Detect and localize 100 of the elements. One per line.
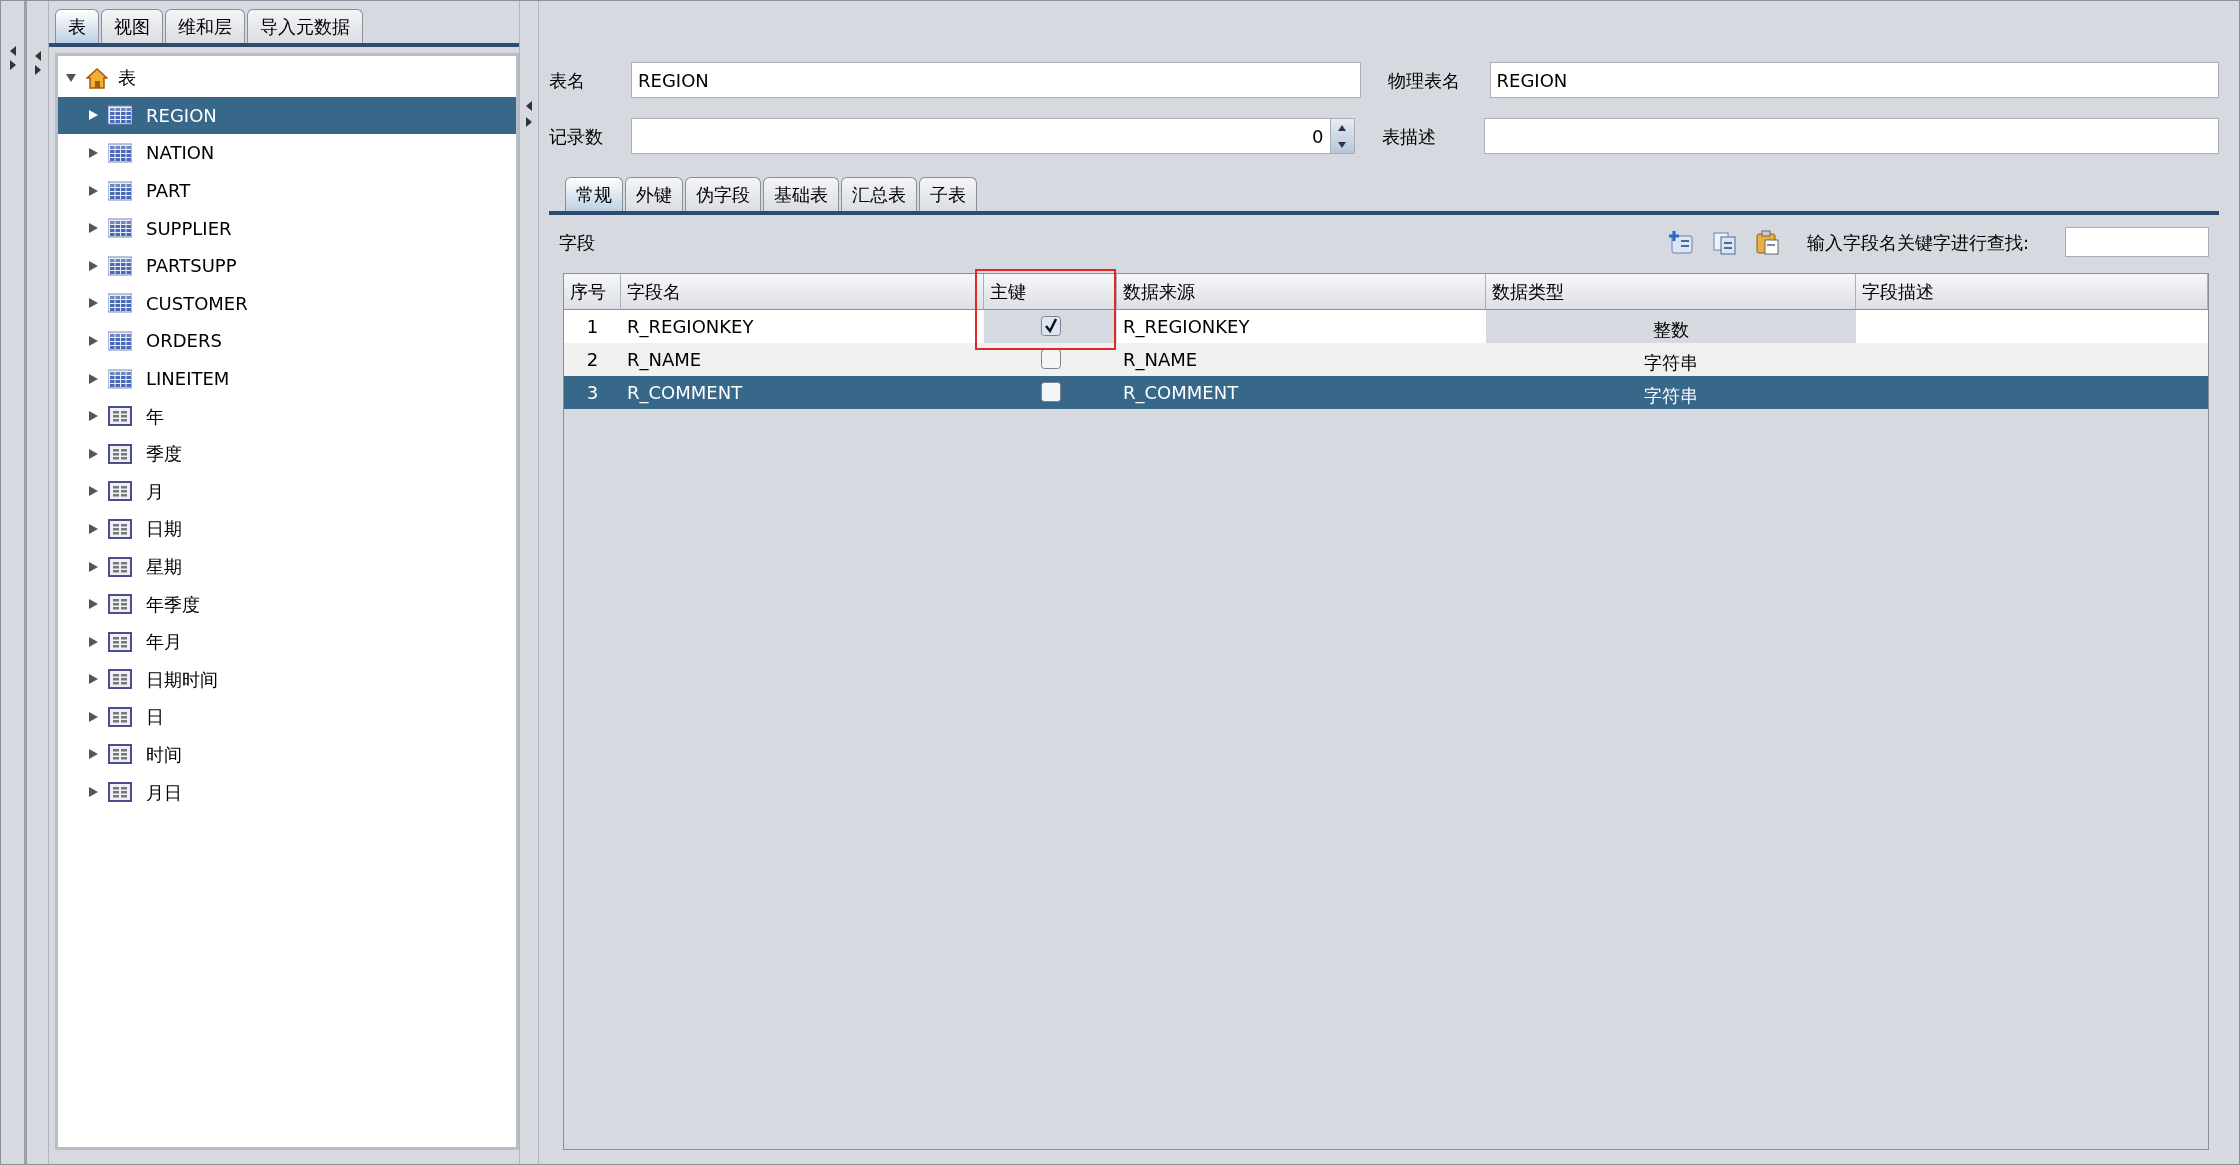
- expand-triangle-icon[interactable]: [88, 222, 98, 235]
- column-header[interactable]: 字段描述: [1856, 274, 2208, 310]
- expand-triangle-icon[interactable]: [88, 673, 98, 686]
- expand-triangle-icon[interactable]: [88, 184, 98, 197]
- table-cell-text: 2: [585, 348, 600, 372]
- input-field[interactable]: REGION: [631, 62, 1361, 98]
- tree-item[interactable]: PARTSUPP: [58, 246, 516, 285]
- list-card-icon: [108, 406, 132, 427]
- tree-item[interactable]: 年: [58, 397, 516, 435]
- tree-item[interactable]: 日期: [58, 510, 516, 548]
- tab[interactable]: 外键: [625, 177, 683, 211]
- search-label: 输入字段名关键字进行查找:: [1806, 230, 2029, 255]
- checkbox[interactable]: [1040, 349, 1061, 369]
- tab[interactable]: 维和层: [165, 9, 245, 43]
- expand-triangle-icon[interactable]: [88, 334, 98, 347]
- table-cell-text: R_NAME: [626, 348, 703, 373]
- expand-triangle-icon[interactable]: [88, 447, 98, 460]
- list-card-icon: [108, 556, 132, 577]
- search-field[interactable]: [2065, 227, 2209, 257]
- list-card-icon: [108, 518, 132, 539]
- table-grid-icon: [108, 143, 132, 163]
- house-icon: [86, 66, 108, 89]
- expand-triangle-icon[interactable]: [88, 109, 98, 122]
- tab[interactable]: 常规: [565, 177, 623, 211]
- tree-item[interactable]: 月: [58, 472, 516, 511]
- column-header[interactable]: 主键: [984, 274, 1117, 310]
- table-grid-icon: [108, 330, 132, 351]
- checkbox[interactable]: [1040, 382, 1061, 402]
- expand-triangle-icon[interactable]: [88, 147, 98, 159]
- expand-triangle-icon[interactable]: [88, 522, 98, 535]
- table-grid-icon: [108, 255, 132, 276]
- input-field[interactable]: REGION: [1489, 62, 2219, 98]
- tab[interactable]: 表: [55, 9, 99, 43]
- expand-triangle-icon[interactable]: [88, 598, 98, 611]
- list-card-icon: [108, 594, 132, 615]
- table-row[interactable]: 2 R_NAME R_NAME 字符串: [564, 343, 2208, 376]
- expand-arrow-icon[interactable]: [525, 117, 533, 127]
- table-grid-icon: [108, 368, 132, 389]
- expand-triangle-icon[interactable]: [66, 71, 76, 84]
- expand-arrow-icon[interactable]: [8, 60, 17, 70]
- tree-item[interactable]: 日期时间: [58, 660, 516, 699]
- expand-triangle-icon[interactable]: [88, 259, 98, 272]
- tree-item[interactable]: CUSTOMER: [58, 284, 516, 323]
- table-cell-text: 字符串: [1643, 384, 1699, 408]
- expand-triangle-icon[interactable]: [88, 485, 98, 498]
- table-row[interactable]: 3 R_COMMENT R_COMMENT 字符串: [564, 376, 2208, 409]
- table-cell-text: R_COMMENT: [626, 381, 744, 406]
- collapse-arrow-icon[interactable]: [33, 51, 42, 61]
- column-header[interactable]: 数据来源: [1117, 274, 1486, 310]
- expand-arrow-icon[interactable]: [33, 65, 42, 75]
- field-label: 表描述: [1380, 124, 1437, 149]
- expand-triangle-icon[interactable]: [88, 710, 98, 723]
- expand-triangle-icon[interactable]: [88, 748, 98, 761]
- tab[interactable]: 伪字段: [685, 177, 761, 211]
- tab[interactable]: 基础表: [763, 177, 839, 211]
- paste-icon[interactable]: [1754, 229, 1780, 255]
- tree-item[interactable]: 年季度: [58, 585, 516, 623]
- collapse-arrow-icon[interactable]: [8, 46, 17, 56]
- table-cell: 整数: [1486, 310, 1856, 343]
- add-row-icon[interactable]: [1667, 229, 1694, 255]
- tab[interactable]: 视图: [101, 9, 163, 43]
- expand-triangle-icon[interactable]: [88, 372, 98, 385]
- tree-item[interactable]: 月日: [58, 773, 516, 811]
- table-grid-icon: [108, 105, 132, 126]
- field-label: 表名: [549, 68, 586, 93]
- tree-item[interactable]: 季度: [58, 434, 516, 473]
- column-header[interactable]: 字段名: [621, 274, 984, 310]
- tree-item[interactable]: ORDERS: [58, 322, 516, 360]
- input-field[interactable]: [1483, 118, 2219, 154]
- section-label: 字段: [559, 230, 595, 255]
- spin-up-icon[interactable]: [1338, 124, 1346, 131]
- tree-item[interactable]: SUPPLIER: [58, 209, 516, 247]
- table-row[interactable]: 1 R_REGIONKEY R_REGIONKEY 整数: [564, 310, 2208, 343]
- column-header[interactable]: 数据类型: [1486, 274, 1856, 310]
- collapse-arrow-icon[interactable]: [525, 101, 533, 111]
- expand-triangle-icon[interactable]: [88, 635, 98, 648]
- expand-triangle-icon[interactable]: [88, 410, 98, 423]
- tree-item[interactable]: 时间: [58, 735, 516, 774]
- tab[interactable]: 子表: [919, 177, 977, 211]
- tree-item[interactable]: 星期: [58, 547, 516, 586]
- tab[interactable]: 汇总表: [841, 177, 917, 211]
- table-grid-icon: [108, 180, 132, 201]
- column-header[interactable]: 序号: [564, 274, 621, 310]
- tree-item-label[interactable]: 表: [118, 64, 136, 92]
- tab[interactable]: 导入元数据: [247, 9, 363, 43]
- field-label: 物理表名: [1386, 68, 1461, 93]
- checkbox[interactable]: [1040, 316, 1061, 336]
- spin-down-icon[interactable]: [1338, 141, 1346, 148]
- table-cell-text: R_NAME: [1122, 348, 1199, 373]
- table-cell-text: R_COMMENT: [1122, 381, 1240, 406]
- copy-icon[interactable]: [1711, 229, 1737, 255]
- expand-triangle-icon[interactable]: [88, 786, 98, 799]
- expand-triangle-icon[interactable]: [88, 297, 98, 310]
- tree-item[interactable]: 年月: [58, 622, 516, 661]
- expand-triangle-icon[interactable]: [88, 560, 98, 573]
- tree-item[interactable]: NATION: [58, 134, 516, 172]
- tree-item[interactable]: PART: [58, 171, 516, 210]
- tree-item[interactable]: 日: [58, 698, 516, 736]
- tree-item[interactable]: REGION: [58, 96, 516, 135]
- tree-item[interactable]: LINEITEM: [58, 359, 516, 398]
